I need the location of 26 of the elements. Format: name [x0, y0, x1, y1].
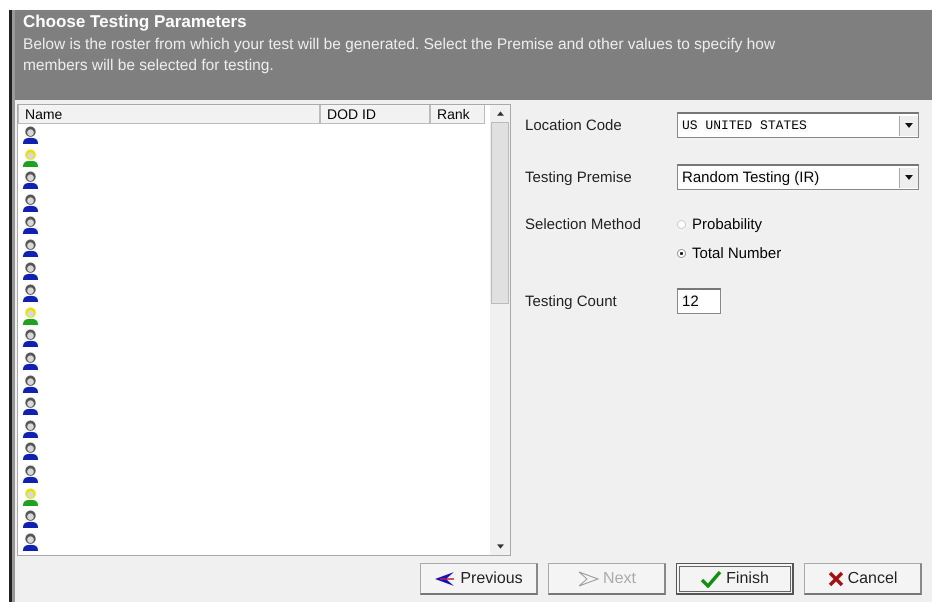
column-header[interactable]: Rank	[430, 105, 485, 124]
arrow-right-icon	[577, 570, 600, 586]
dialog-title: Choose Testing Parameters	[23, 12, 248, 32]
description-text: Below is the roster from which your test will be generated. Select the Premise and other values to specify how members will be selected for testing.	[23, 35, 776, 76]
radio-option[interactable]: Probability	[677, 216, 782, 233]
count-input[interactable]: 12	[677, 288, 721, 314]
column-header[interactable]: DOD ID	[320, 105, 430, 124]
previous-button[interactable]: Previous	[420, 563, 538, 595]
scrollbar[interactable]	[490, 105, 510, 555]
field-label: Testing Count	[525, 292, 618, 310]
close-icon	[828, 570, 844, 586]
finish-button[interactable]: Finish	[676, 563, 794, 595]
dropdown-arrow-icon[interactable]	[905, 123, 913, 128]
field-label: Testing Premise	[525, 168, 633, 186]
location-dropdown[interactable]: US UNITED STATES	[677, 112, 919, 138]
scroll-down-icon[interactable]	[496, 544, 504, 549]
arrow-left-icon	[434, 570, 456, 586]
radio-option[interactable]: Total Number	[677, 245, 782, 262]
field-label: Location Code	[525, 116, 623, 134]
checkmark-icon	[700, 570, 722, 588]
scroll-up-icon[interactable]	[496, 111, 504, 116]
premise-dropdown[interactable]: Random Testing (IR)	[677, 164, 919, 190]
dropdown-arrow-icon[interactable]	[905, 175, 913, 180]
column-header[interactable]: Name	[18, 105, 320, 124]
field-label: Selection Method	[525, 216, 642, 233]
cancel-button[interactable]: Cancel	[804, 563, 922, 595]
